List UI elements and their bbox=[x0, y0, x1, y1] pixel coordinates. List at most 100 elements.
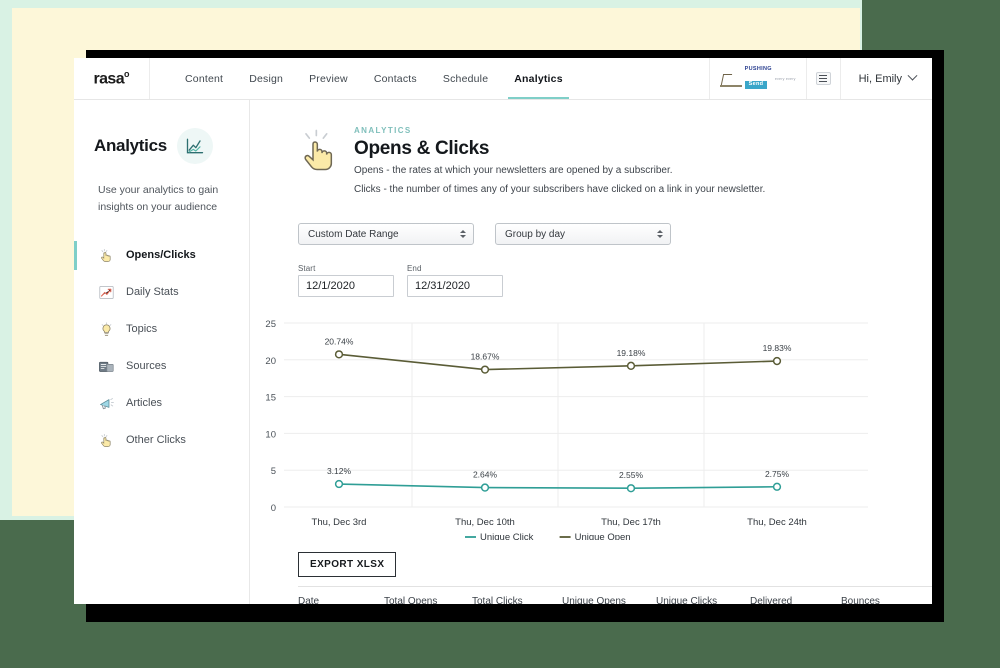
hamburger-menu-button[interactable] bbox=[805, 58, 840, 99]
pushing-send-promo-badge[interactable]: PUSHING Send every every bbox=[708, 58, 806, 99]
nav-tab-design[interactable]: Design bbox=[236, 58, 296, 99]
chart-data-label: 3.12% bbox=[327, 466, 352, 476]
chart-data-point[interactable] bbox=[334, 479, 344, 489]
chart-x-tick-label: Thu, Dec 17th bbox=[601, 517, 661, 528]
nav-tab-schedule[interactable]: Schedule bbox=[430, 58, 501, 99]
nav-tab-label: Analytics bbox=[514, 72, 563, 85]
date-range-select-value: Custom Date Range bbox=[308, 228, 399, 240]
brand-logo[interactable]: rasao bbox=[74, 58, 150, 99]
promo-top-label: PUSHING bbox=[744, 66, 772, 73]
stats-table-header-row: Date Total Opens Total Clicks Unique Opens U… bbox=[298, 586, 932, 604]
chart-data-point[interactable] bbox=[334, 350, 344, 359]
chart-data-point[interactable] bbox=[480, 483, 490, 492]
nav-tab-content[interactable]: Content bbox=[172, 58, 236, 99]
page-header-text: ANALYTICS Opens & Clicks Opens - the rat… bbox=[354, 126, 902, 197]
main-content: ANALYTICS Opens & Clicks Opens - the rat… bbox=[250, 100, 932, 604]
body-split: Analytics Use your analytics to gain ins… bbox=[74, 100, 932, 604]
page-header: ANALYTICS Opens & Clicks Opens - the rat… bbox=[250, 126, 932, 197]
end-date-label: End bbox=[407, 264, 422, 273]
chart-y-tick-label: 15 bbox=[265, 393, 276, 404]
nav-tab-list: Content Design Preview Contacts Schedule… bbox=[150, 58, 709, 99]
start-date-field: Start bbox=[298, 264, 394, 297]
nav-tab-analytics[interactable]: Analytics bbox=[501, 58, 576, 99]
end-date-field: End bbox=[407, 264, 503, 297]
date-range-select[interactable]: Custom Date Range bbox=[298, 223, 474, 245]
nav-tab-contacts[interactable]: Contacts bbox=[361, 58, 430, 99]
line-chart-icon bbox=[176, 128, 213, 164]
promo-pill-label: Send bbox=[744, 80, 768, 89]
sidebar-item-label: Daily Stats bbox=[126, 285, 179, 298]
page-title: Opens & Clicks bbox=[354, 138, 490, 159]
start-date-label: Start bbox=[298, 264, 316, 273]
group-by-select[interactable]: Group by day bbox=[495, 223, 671, 245]
sidebar-title: Analytics bbox=[94, 136, 167, 155]
stats-table-column-header: Unique Opens bbox=[562, 596, 626, 604]
chart-y-tick-label: 20 bbox=[265, 356, 276, 367]
sidebar-item-label: Sources bbox=[126, 359, 167, 372]
chart-data-point[interactable] bbox=[626, 361, 636, 370]
hamburger-icon bbox=[815, 72, 831, 85]
sidebar-nav-list: Opens/Clicks Daily Stats Topics Sources … bbox=[74, 237, 249, 459]
spinner-arrows-icon bbox=[657, 230, 663, 238]
pointing-hand-icon bbox=[101, 433, 111, 447]
sidebar-header: Analytics bbox=[74, 128, 249, 164]
sidebar-item-articles[interactable]: Articles bbox=[74, 385, 249, 422]
chevron-down-icon bbox=[907, 70, 918, 81]
sidebar-item-topics[interactable]: Topics bbox=[74, 311, 249, 348]
sidebar-item-opens-clicks[interactable]: Opens/Clicks bbox=[74, 237, 249, 274]
chart-y-tick-label: 0 bbox=[271, 503, 276, 514]
promo-illustration-icon bbox=[719, 71, 742, 87]
user-menu-button[interactable]: Hi, Emily bbox=[839, 58, 932, 99]
lightbulb-icon bbox=[101, 321, 112, 336]
stats-table-column-header: Total Opens bbox=[384, 596, 438, 604]
chart-data-label: 2.64% bbox=[473, 470, 498, 480]
brand-logo-word: rasa bbox=[93, 70, 125, 88]
spinner-arrows-icon bbox=[460, 230, 466, 238]
filter-row: Custom Date Range Group by day bbox=[250, 197, 932, 245]
user-greeting-label: Hi, Emily bbox=[858, 72, 902, 85]
chart-data-label: 2.55% bbox=[619, 470, 644, 480]
pointing-hand-icon bbox=[101, 248, 111, 262]
stats-table-section: EXPORT XLSX Date Total Opens Total Clicks U… bbox=[250, 552, 932, 604]
top-navigation-bar: rasao Content Design Preview Contacts Sc… bbox=[74, 58, 932, 100]
sidebar-item-label: Other Clicks bbox=[126, 433, 186, 446]
chart-data-label: 19.18% bbox=[617, 348, 646, 358]
chart-data-label: 18.67% bbox=[471, 352, 500, 362]
sidebar-description: Use your analytics to gain insights on y… bbox=[98, 184, 219, 214]
sidebar-item-daily-stats[interactable]: Daily Stats bbox=[74, 274, 249, 311]
chart-data-point[interactable] bbox=[480, 365, 490, 374]
sidebar-item-other-clicks[interactable]: Other Clicks bbox=[74, 422, 249, 459]
nav-tab-preview[interactable]: Preview bbox=[296, 58, 361, 99]
chart-x-tick-label: Thu, Dec 24th bbox=[747, 517, 807, 528]
sidebar-item-sources[interactable]: Sources bbox=[74, 348, 249, 385]
chart-data-label: 20.74% bbox=[325, 336, 354, 346]
promo-text-block: PUSHING Send bbox=[744, 66, 772, 90]
page-description-line-2: Clicks - the number of times any of your… bbox=[354, 183, 766, 195]
sidebar-item-label: Articles bbox=[126, 396, 163, 409]
chart-data-point[interactable] bbox=[626, 484, 636, 493]
group-by-select-value: Group by day bbox=[505, 228, 566, 240]
chart-data-label: 19.83% bbox=[763, 343, 792, 353]
chart-data-point[interactable] bbox=[772, 482, 782, 491]
chart-increasing-icon bbox=[99, 285, 114, 299]
chart-legend-label: Unique Click bbox=[480, 532, 534, 540]
start-date-input[interactable] bbox=[298, 275, 394, 297]
nav-right-cluster: PUSHING Send every every Hi, Emily bbox=[708, 58, 932, 99]
stats-table-column-header: Bounces bbox=[841, 596, 880, 604]
app-window: rasao Content Design Preview Contacts Sc… bbox=[74, 58, 932, 604]
stats-table-column-header: Date bbox=[298, 596, 320, 604]
end-date-input[interactable] bbox=[407, 275, 503, 297]
export-xlsx-button[interactable]: EXPORT XLSX bbox=[298, 552, 397, 577]
page-eyebrow: ANALYTICS bbox=[354, 126, 412, 135]
chart-y-tick-label: 10 bbox=[265, 429, 276, 440]
newspaper-icon bbox=[99, 361, 114, 372]
sidebar-item-label: Opens/Clicks bbox=[126, 248, 196, 261]
sidebar: Analytics Use your analytics to gain ins… bbox=[74, 100, 250, 604]
chart-data-point[interactable] bbox=[772, 356, 782, 366]
brand-logo-suffix: o bbox=[124, 68, 130, 79]
chart-svg: 0510152025 Thu, Dec 3rd Thu, Dec 10th Thu,… bbox=[265, 319, 868, 540]
stats-table-column-header: Unique Clicks bbox=[656, 596, 718, 604]
nav-tab-label: Contacts bbox=[373, 72, 417, 85]
page-description-line-1: Opens - the rates at which your newslett… bbox=[354, 165, 673, 176]
pointing-hand-icon bbox=[304, 129, 333, 171]
